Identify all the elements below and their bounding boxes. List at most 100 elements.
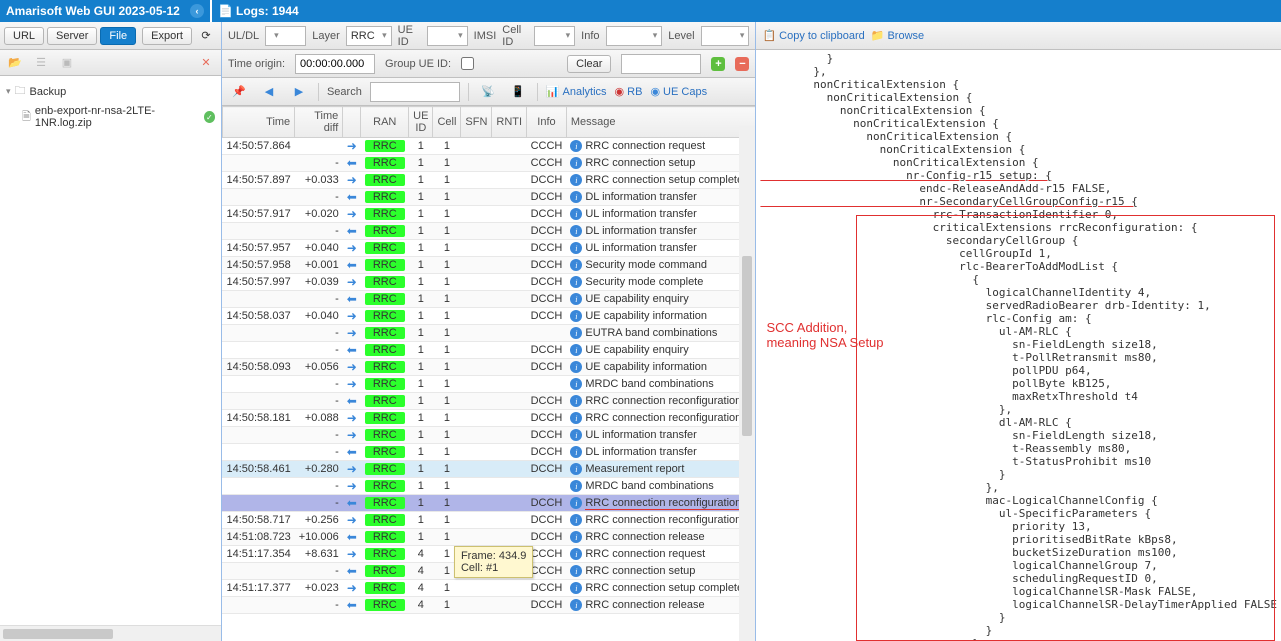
direction-icon: ➜ [347,513,357,527]
status-ok-icon: ✓ [204,111,215,123]
filter-input[interactable] [621,54,701,74]
info-icon: i [570,395,582,407]
direction-icon: ⬅ [347,598,357,612]
table-row[interactable]: 14:50:58.717+0.256➜RRC11DCCHiRRC connect… [222,512,755,529]
rb-button[interactable]: ◉RB [615,85,643,98]
col-rnti[interactable]: RNTI [492,107,527,138]
table-row[interactable]: -➜RRC11iEUTRA band combinations [222,325,755,342]
nav-fwd-icon[interactable]: ▶ [288,82,310,102]
table-row[interactable]: 14:50:57.917+0.020➜RRC11DCCHiUL informat… [222,206,755,223]
search-input[interactable] [370,82,460,102]
layer-select[interactable]: RRC▾ [346,26,392,46]
table-row[interactable]: -⬅RRC11DCCHiDL information transfer [222,189,755,206]
log-table: Time Time diff RAN UE ID Cell SFN RNTI I… [222,106,755,614]
cellid-label: Cell ID [502,24,528,48]
server-tab[interactable]: Server [47,27,97,45]
action-bar: 📌 ◀ ▶ Search 📡 📱 📊Analytics ◉RB ◉UE Caps [222,78,755,106]
col-info[interactable]: Info [527,107,567,138]
open-icon[interactable]: 📂 [4,53,26,73]
collapse-all-icon[interactable]: ▣ [56,53,78,73]
message-detail[interactable]: } }, nonCriticalExtension { nonCriticalE… [756,50,1281,641]
group-ueid-checkbox[interactable] [461,57,474,70]
info-icon: i [570,293,582,305]
info-label: Info [581,30,599,42]
annotation-text: SCC Addition,meaning NSA Setup [766,320,883,350]
annotation-box [856,215,1275,641]
col-sfn[interactable]: SFN [461,107,492,138]
direction-icon: ➜ [347,241,357,255]
rb-icon: ◉ [615,85,625,98]
info-icon: i [570,310,582,322]
table-row[interactable]: 14:50:57.957+0.040➜RRC11DCCHiUL informat… [222,240,755,257]
table-row[interactable]: -⬅RRC11DCCHiUE capability enquiry [222,291,755,308]
uecaps-button[interactable]: ◉UE Caps [650,85,707,98]
col-ran[interactable]: RAN [361,107,409,138]
table-row[interactable]: 14:50:57.864➜RRC11CCCHiRRC connection re… [222,138,755,155]
table-row[interactable]: 14:51:17.377+0.023➜RRC41DCCHiRRC connect… [222,580,755,597]
info-icon: i [570,548,582,560]
tree-folder[interactable]: ▾ 🗀 Backup [6,80,215,103]
log-table-wrap: Time Time diff RAN UE ID Cell SFN RNTI I… [222,106,755,641]
table-row[interactable]: -⬅RRC11DCCHiRRC connection reconfigurati… [222,495,755,512]
table-row[interactable]: -➜RRC11iMRDC band combinations [222,376,755,393]
filter-bar: UL/DL ▾ Layer RRC▾ UE ID ▾ IMSI Cell ID … [222,22,755,50]
add-icon[interactable]: + [711,57,725,71]
col-ue[interactable]: UE ID [409,107,433,138]
info-icon: i [570,378,582,390]
export-button[interactable]: Export [142,27,192,45]
logs-title: Logs: 1944 [236,4,299,18]
collapse-left-icon[interactable]: ‹ [190,4,204,18]
col-msg[interactable]: Message [566,107,755,138]
remove-icon[interactable]: − [735,57,749,71]
left-scrollbar[interactable] [0,625,221,641]
tree-file[interactable]: 🗎 enb-export-nr-nsa-2LTE-1NR.log.zip ✓ [6,103,215,131]
table-row[interactable]: -⬅RRC41DCCHiRRC connection release [222,597,755,614]
table-row[interactable]: 14:50:57.897+0.033➜RRC11DCCHiRRC connect… [222,172,755,189]
table-row[interactable]: 14:50:58.037+0.040➜RRC11DCCHiUE capabili… [222,308,755,325]
url-tab[interactable]: URL [4,27,44,45]
tower-icon[interactable]: 📡 [477,82,499,102]
phone-icon[interactable]: 📱 [507,82,529,102]
time-origin-input[interactable] [295,54,375,74]
table-row[interactable]: 14:50:58.093+0.056➜RRC11DCCHiUE capabili… [222,359,755,376]
browse-button[interactable]: 📁Browse [871,29,924,42]
refresh-icon[interactable]: ⟳ [195,26,217,46]
table-row[interactable]: -⬅RRC11DCCHiDL information transfer [222,444,755,461]
direction-icon: ⬅ [347,190,357,204]
table-row[interactable]: 14:50:58.461+0.280➜RRC11DCCHiMeasurement… [222,461,755,478]
info-icon: i [570,446,582,458]
ueid-select[interactable]: ▾ [427,26,468,46]
folder-icon: 🗀 [15,82,26,101]
uldl-select[interactable]: ▾ [265,26,306,46]
col-diff[interactable]: Time diff [295,107,343,138]
table-row[interactable]: -⬅RRC11DCCHiUE capability enquiry [222,342,755,359]
table-row[interactable]: -⬅RRC11DCCHiRRC connection reconfigurati… [222,393,755,410]
direction-icon: ⬅ [347,292,357,306]
info-select[interactable]: ▾ [606,26,663,46]
info-icon: i [570,497,582,509]
log-vscrollbar[interactable] [739,126,755,641]
copy-clipboard-button[interactable]: 📋Copy to clipboard [762,29,864,42]
table-row[interactable]: -⬅RRC11CCCHiRRC connection setup [222,155,755,172]
table-row[interactable]: 14:50:57.997+0.039➜RRC11DCCHiSecurity mo… [222,274,755,291]
list-icon[interactable]: ☰ [30,53,52,73]
logs-header: 📄 Logs: 1944 [212,0,1281,22]
table-row[interactable]: -➜RRC11iMRDC band combinations [222,478,755,495]
col-time[interactable]: Time [222,107,294,138]
col-dir[interactable] [343,107,361,138]
table-row[interactable]: -➜RRC11DCCHiUL information transfer [222,427,755,444]
table-row[interactable]: 14:50:58.181+0.088➜RRC11DCCHiRRC connect… [222,410,755,427]
cell-tooltip: Frame: 434.9Cell: #1 [454,546,533,578]
cellid-select[interactable]: ▾ [534,26,575,46]
table-row[interactable]: 14:50:57.958+0.001⬅RRC11DCCHiSecurity mo… [222,257,755,274]
col-cell[interactable]: Cell [433,107,461,138]
pin-icon[interactable]: 📌 [228,82,250,102]
delete-icon[interactable]: ✕ [195,53,217,73]
clear-button[interactable]: Clear [567,55,611,73]
table-row[interactable]: -⬅RRC11DCCHiDL information transfer [222,223,755,240]
file-tab[interactable]: File [100,27,136,45]
analytics-button[interactable]: 📊Analytics [546,85,607,98]
table-row[interactable]: 14:51:08.723+10.006⬅RRC11DCCHiRRC connec… [222,529,755,546]
nav-back-icon[interactable]: ◀ [258,82,280,102]
level-select[interactable]: ▾ [701,26,750,46]
